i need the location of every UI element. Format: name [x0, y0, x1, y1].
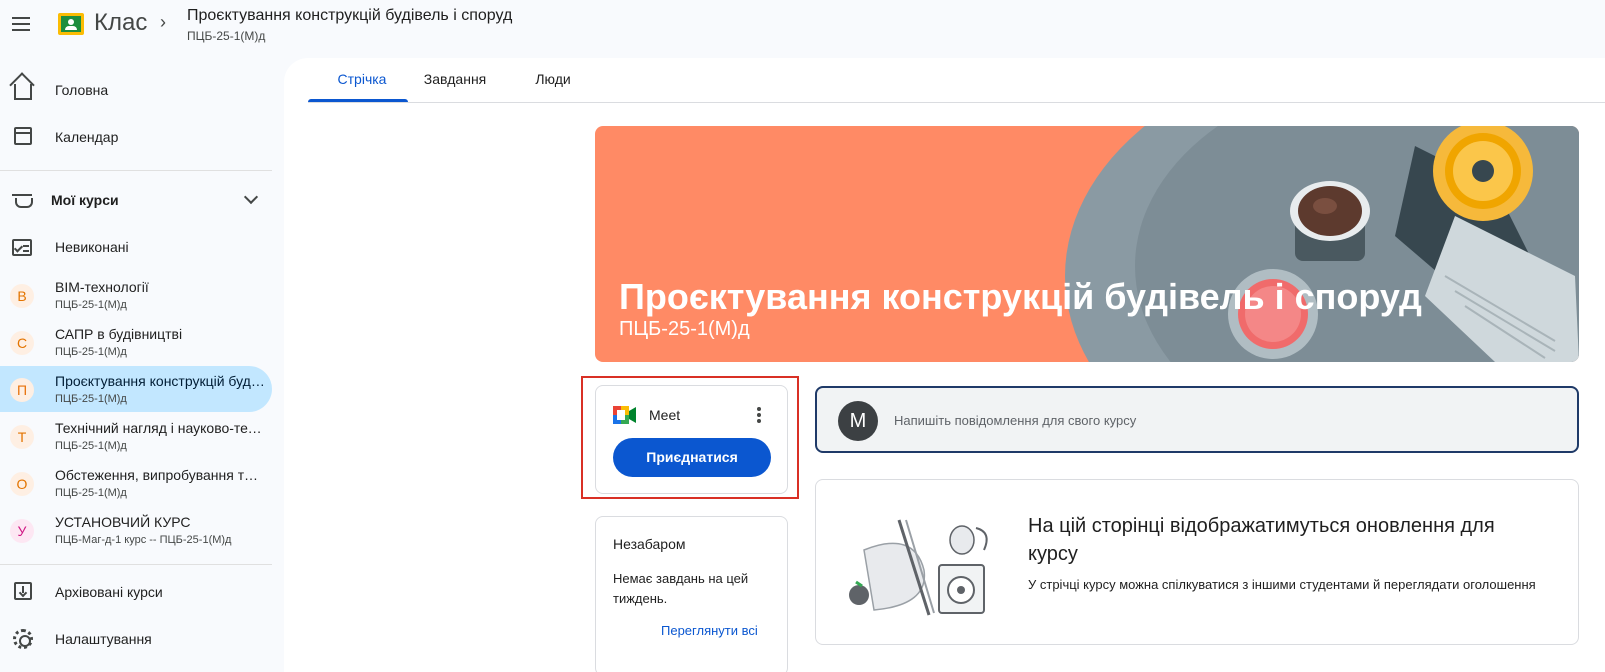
course-name: Обстеження, випробування та моніторинг — [55, 467, 265, 483]
sidebar-item-label: Архівовані курси — [55, 584, 163, 600]
breadcrumb-chevron-icon: › — [160, 12, 166, 32]
sidebar-course-item[interactable]: У УСТАНОВЧИЙ КУРС ПЦБ-Маг-д-1 курс -- ПЦ… — [0, 507, 272, 553]
sidebar-item-archived[interactable]: Архівовані курси — [0, 570, 272, 616]
home-icon — [14, 84, 32, 100]
course-name: Проєктування конструкцій будівель і спор… — [55, 373, 265, 389]
banner-course-title: Проєктування конструкцій будівель і спор… — [619, 276, 1422, 317]
user-avatar: M — [838, 401, 878, 441]
main-menu-icon[interactable] — [10, 13, 32, 35]
course-avatar: B — [10, 284, 34, 308]
tab-people[interactable]: Люди — [532, 58, 574, 103]
sidebar-item-label: Налаштування — [55, 631, 152, 647]
course-name: УСТАНОВЧИЙ КУРС — [55, 514, 191, 530]
sidebar-course-item[interactable]: Т Технічний нагляд і науково-технічний с… — [0, 413, 272, 459]
chevron-down-icon[interactable] — [243, 189, 259, 205]
graduation-cap-icon — [12, 194, 33, 208]
upcoming-empty-text: Немає завдань на цей тиждень. — [613, 571, 749, 606]
course-section: ПЦБ-25-1(М)д — [55, 346, 127, 358]
course-avatar: Т — [10, 425, 34, 449]
upcoming-title: Незабаром — [613, 536, 686, 552]
course-avatar: П — [10, 378, 34, 402]
course-avatar: У — [10, 519, 34, 543]
course-banner: Проєктування конструкцій будівель і спор… — [595, 126, 1579, 362]
sidebar-course-item[interactable]: О Обстеження, випробування та моніторинг… — [0, 460, 272, 506]
top-bar: Клас › Проєктування конструкцій будівель… — [0, 0, 1605, 56]
empty-state-heading: На цій сторінці відображатимуться оновле… — [1028, 515, 1495, 565]
announcement-composer[interactable]: M Напишіть повідомлення для свого курсу — [815, 386, 1579, 453]
banner-course-section: ПЦБ-25-1(М)д — [619, 318, 750, 340]
stream-empty-state: На цій сторінці відображатимуться оновле… — [815, 479, 1579, 645]
app-name[interactable]: Клас — [94, 9, 147, 37]
tabs-divider — [308, 102, 1605, 103]
meet-card: Meet Приєднатися — [595, 385, 788, 494]
sidebar-item-calendar[interactable]: Календар — [0, 115, 272, 161]
course-name: Технічний нагляд і науково-технічний суп… — [55, 420, 265, 436]
view-all-link[interactable]: Переглянути всі — [661, 623, 758, 638]
more-options-icon[interactable] — [756, 406, 762, 424]
sidebar-item-settings[interactable]: Налаштування — [0, 617, 272, 663]
sidebar-item-home[interactable]: Головна — [0, 68, 272, 114]
meet-label: Meet — [649, 407, 681, 423]
calendar-icon — [14, 127, 32, 145]
sidebar-item-label: Календар — [55, 129, 119, 145]
empty-state-body: У стрічці курсу можна спілкуватися з інш… — [1028, 577, 1536, 592]
breadcrumb-course-section: ПЦБ-25-1(М)д — [187, 29, 266, 43]
course-name: САПР в будівництві — [55, 326, 183, 342]
course-section: ПЦБ-25-1(М)д — [55, 393, 127, 405]
join-meet-button[interactable]: Приєднатися — [613, 438, 771, 477]
sidebar-divider — [0, 170, 272, 171]
sidebar-item-label: Мої курси — [51, 192, 119, 208]
course-section: ПЦБ-Маг-д-1 курс -- ПЦБ-25-1(М)д — [55, 534, 232, 546]
archive-icon — [14, 582, 32, 600]
composer-placeholder: Напишіть повідомлення для свого курсу — [894, 413, 1137, 428]
sidebar-course-item-active[interactable]: П Проєктування конструкцій будівель і сп… — [0, 366, 272, 412]
empty-stream-illustration — [849, 519, 988, 616]
course-name: BIM-технології — [55, 279, 149, 295]
course-avatar: С — [10, 331, 34, 355]
tab-stream[interactable]: Стрічка — [324, 58, 400, 103]
classroom-logo-icon[interactable] — [58, 13, 84, 35]
sidebar-item-todo[interactable]: Невиконані — [0, 225, 272, 271]
sidebar-course-item[interactable]: С САПР в будівництві ПЦБ-25-1(М)д — [0, 319, 272, 365]
sidebar-item-label: Невиконані — [55, 239, 129, 255]
gear-icon — [13, 629, 33, 649]
sidebar-course-item[interactable]: B BIM-технології ПЦБ-25-1(М)д — [0, 272, 272, 318]
main-panel: Стрічка Завдання Люди Проєктування конст… — [284, 58, 1605, 672]
tab-classwork[interactable]: Завдання — [421, 58, 489, 103]
google-meet-icon — [613, 406, 636, 424]
course-section: ПЦБ-25-1(М)д — [55, 299, 127, 311]
sidebar-divider — [0, 564, 272, 565]
course-section: ПЦБ-25-1(М)д — [55, 487, 127, 499]
sidebar-item-my-courses[interactable]: Мої курси — [0, 178, 272, 224]
breadcrumb-course-title[interactable]: Проєктування конструкцій будівель і спор… — [187, 7, 512, 25]
course-avatar: О — [10, 472, 34, 496]
course-section: ПЦБ-25-1(М)д — [55, 440, 127, 452]
sidebar-item-label: Головна — [55, 82, 109, 98]
checklist-icon — [12, 239, 32, 256]
upcoming-card: Незабаром Немає завдань на цей тиждень. … — [595, 516, 788, 672]
